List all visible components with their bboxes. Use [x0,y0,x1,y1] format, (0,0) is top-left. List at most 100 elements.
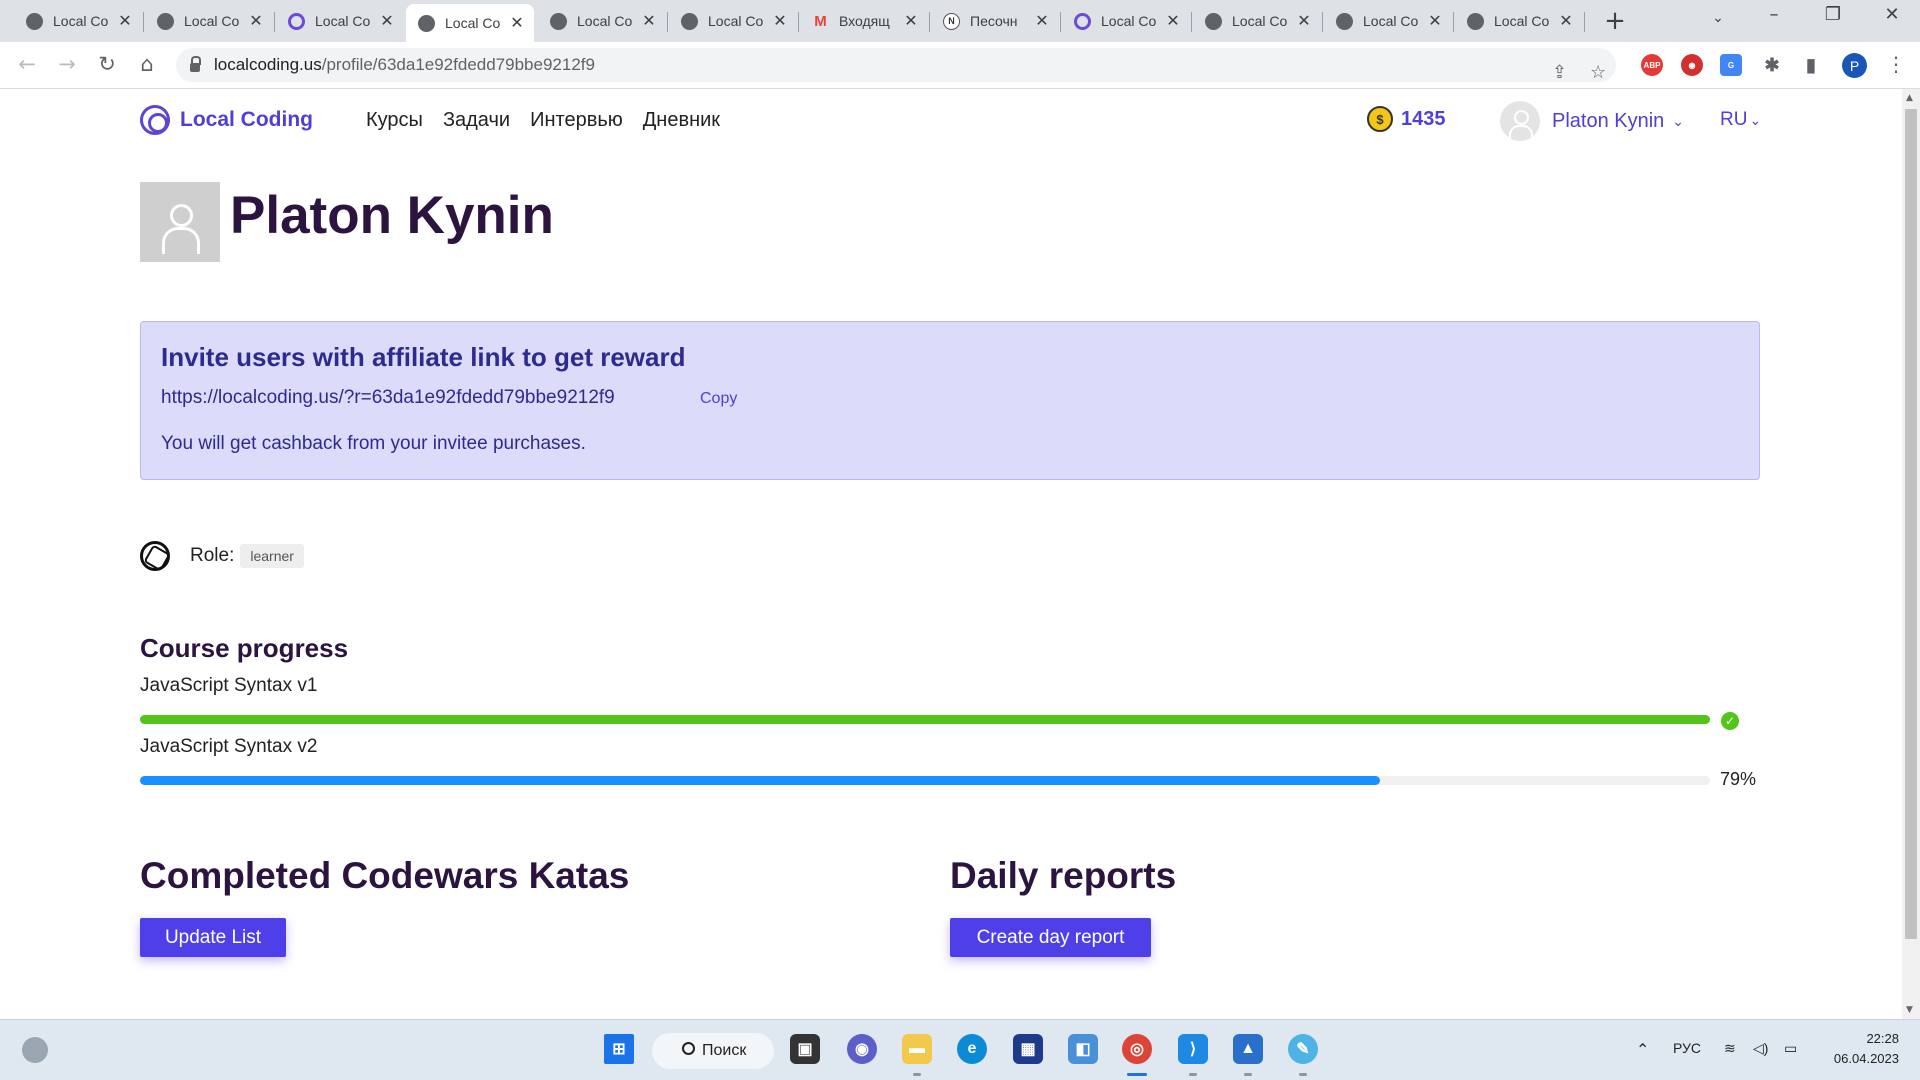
tab-title: Local Co [1101,13,1157,29]
user-menu[interactable]: Platon Kynin ⌄ [1500,101,1684,141]
browser-tab[interactable]: Local Co ✕ [14,4,142,38]
restore-icon[interactable]: ❐ [1813,4,1853,25]
close-tab-icon[interactable]: ✕ [1557,11,1575,31]
affiliate-link[interactable]: https://localcoding.us/?r=63da1e92fdedd7… [161,387,615,409]
battery-icon[interactable]: ▭ [1784,1040,1797,1057]
site-logo[interactable]: Local Coding [140,105,313,135]
bookmark-star-icon[interactable]: ☆ [1590,62,1606,83]
extension-red-icon[interactable]: ◉ [1681,54,1703,76]
teams-chat-icon[interactable]: ◉ [847,1034,877,1064]
store-icon[interactable]: ▦ [1013,1034,1043,1064]
logo-text: Local Coding [180,108,313,131]
course-name[interactable]: JavaScript Syntax v2 [140,736,317,758]
close-tab-icon[interactable]: ✕ [378,11,396,31]
browser-menu-icon[interactable]: ⋮ [1886,52,1906,76]
chevron-down-icon: ⌄ [1672,112,1685,129]
check-circle-icon: ✓ [1721,712,1739,730]
scroll-thumb[interactable] [1905,109,1917,939]
volume-icon[interactable]: ◁) [1753,1040,1768,1057]
page-scrollbar[interactable]: ▲ ▼ [1902,89,1920,1019]
browser-tab[interactable]: Local Co ✕ [1324,4,1452,38]
clock-time: 22:28 [1866,1031,1899,1046]
chrome-icon[interactable]: ◎ [1122,1034,1152,1064]
browser-tab[interactable]: Local Co ✕ [1193,4,1321,38]
nav-interview[interactable]: Интервью [530,109,623,132]
back-icon[interactable]: ← [12,52,42,76]
scroll-down-icon[interactable]: ▼ [1906,1005,1913,1015]
widgets-icon[interactable] [22,1037,48,1063]
address-bar[interactable]: localcoding.us/profile/63da1e92fdedd79bb… [176,48,1616,83]
nav-diary[interactable]: Дневник [643,109,720,132]
task-view-icon[interactable]: ▣ [790,1034,820,1064]
taskbar-search[interactable]: Поиск [652,1033,774,1069]
user-avatar [1500,101,1540,141]
update-list-button[interactable]: Update List [140,918,286,957]
profile-avatar [140,182,220,262]
browser-tab[interactable]: Local Co ✕ [1455,4,1583,38]
create-day-report-button[interactable]: Create day report [950,918,1151,957]
close-tab-icon[interactable]: ✕ [902,11,920,31]
tab-title: Local Co [445,15,501,31]
home-icon[interactable]: ⌂ [132,52,162,76]
sidepanel-icon[interactable]: ▮ [1800,54,1822,76]
wifi-icon[interactable]: ≋ [1724,1040,1736,1057]
course-progress-title: Course progress [140,633,349,663]
browser-tab[interactable]: Local Co ✕ [276,4,404,38]
adblock-icon[interactable]: ABP [1641,54,1663,76]
close-tab-icon[interactable]: ✕ [1295,11,1313,31]
close-tab-icon[interactable]: ✕ [1033,11,1051,31]
browser-tab[interactable]: N Песочн ✕ [931,4,1059,38]
clock[interactable]: 22:28 06.04.2023 [1823,1029,1899,1069]
nav-tasks[interactable]: Задачи [443,109,510,132]
browser-tab-active[interactable]: Local Co ✕ [406,4,534,42]
coin-balance[interactable]: $ 1435 [1367,106,1446,132]
browser-tab[interactable]: Local Co ✕ [538,4,666,38]
new-tab-icon[interactable]: + [1600,6,1630,36]
share-icon[interactable]: ⇪ [1552,62,1567,83]
file-explorer-icon[interactable]: ▬ [902,1034,932,1064]
puzzle-icon[interactable]: ✱ [1761,54,1783,76]
app-icon[interactable]: ◧ [1068,1034,1098,1064]
tab-title: Песочн [970,13,1018,29]
nav-courses[interactable]: Курсы [366,109,423,132]
close-tab-icon[interactable]: ✕ [640,11,658,31]
close-tab-icon[interactable]: ✕ [116,11,134,31]
browser-tab[interactable]: Local Co ✕ [145,4,273,38]
page-title: Platon Kynin [230,186,554,245]
paint-icon[interactable]: ✎ [1288,1034,1318,1064]
forward-icon[interactable]: → [52,52,82,76]
copy-link-button[interactable]: Copy [700,390,737,408]
reload-icon[interactable]: ↻ [92,52,122,76]
input-language[interactable]: РУС [1673,1040,1701,1056]
chevron-down-icon: ⌄ [1749,112,1762,128]
course-name[interactable]: JavaScript Syntax v1 [140,675,317,697]
close-window-icon[interactable]: ✕ [1872,4,1912,25]
tab-search-icon[interactable]: ⌄ [1698,10,1738,26]
translate-icon[interactable]: G [1720,54,1742,76]
close-tab-icon[interactable]: ✕ [1164,11,1182,31]
daily-reports-title: Daily reports [950,855,1177,896]
edge-icon[interactable]: e [957,1034,987,1064]
close-tab-icon[interactable]: ✕ [508,13,526,33]
language-switcher[interactable]: RU ⌄ [1720,109,1761,131]
photos-icon[interactable]: ▲ [1233,1034,1263,1064]
url-text[interactable]: localcoding.us/profile/63da1e92fdedd79bb… [214,55,595,75]
tab-title: Local Co [708,13,764,29]
show-hidden-icons[interactable]: ⌃ [1636,1040,1649,1060]
vscode-icon[interactable]: ⟩ [1178,1034,1208,1064]
tab-title: Local Co [184,13,240,29]
clock-date: 06.04.2023 [1833,1051,1899,1066]
browser-profile-avatar[interactable]: P [1842,53,1867,78]
lock-icon[interactable] [190,55,201,72]
browser-tab[interactable]: Local Co ✕ [1062,4,1190,38]
start-icon[interactable]: ⊞ [604,1034,634,1064]
search-label: Поиск [702,1042,747,1059]
role-label: Role: [190,545,235,566]
scroll-up-icon[interactable]: ▲ [1906,93,1913,103]
minimize-icon[interactable]: – [1754,4,1794,25]
close-tab-icon[interactable]: ✕ [1426,11,1444,31]
browser-tab[interactable]: Local Co ✕ [669,4,797,38]
close-tab-icon[interactable]: ✕ [771,11,789,31]
browser-tab[interactable]: M Входящ ✕ [800,4,928,38]
close-tab-icon[interactable]: ✕ [247,11,265,31]
